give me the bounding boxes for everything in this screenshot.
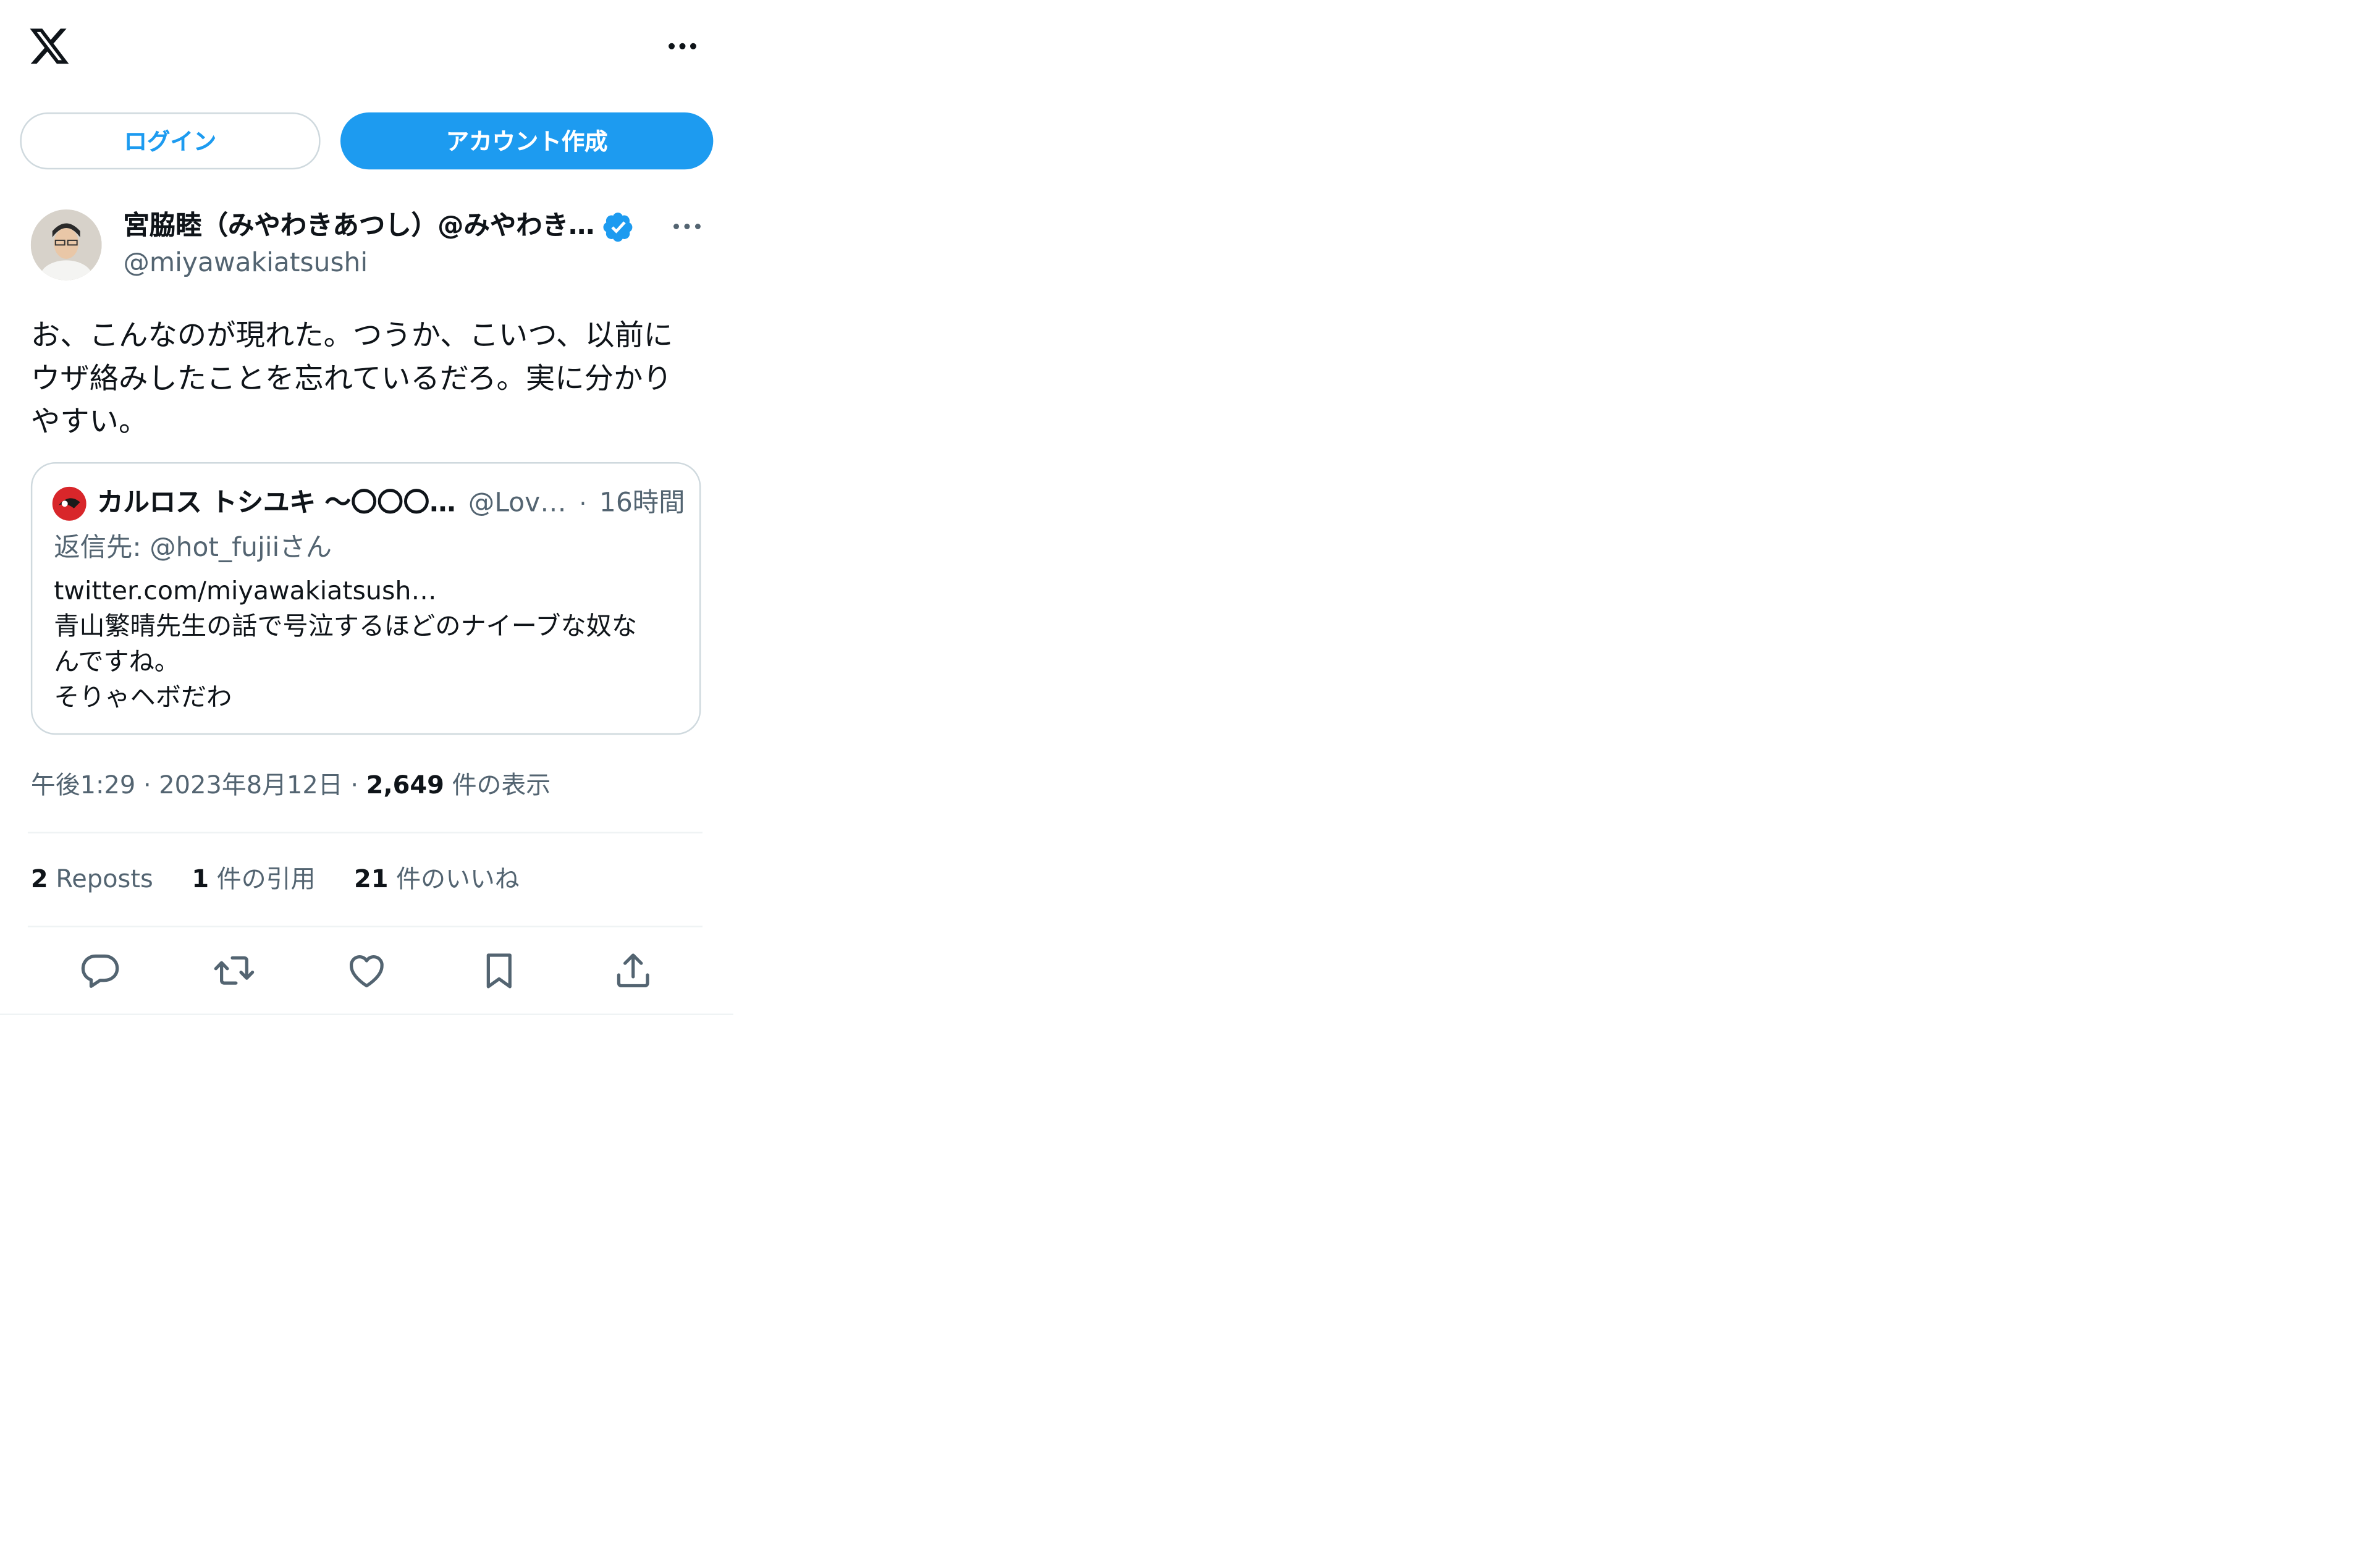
divider (27, 832, 703, 833)
retweet-icon[interactable] (213, 949, 256, 992)
tweet-text: お、こんなのが現れた。つうか、こいつ、以前に ウザ絡みしたことを忘れているだろ。… (30, 319, 673, 439)
quoted-avatar (52, 486, 87, 521)
quoted-text: twitter.com/miyawakiatsush… 青山繁晴先生の話で号泣す… (54, 576, 637, 712)
quotes-stat[interactable]: 1 件の引用 (192, 864, 315, 893)
reply-to-handle: @hot_fujiiさん (150, 533, 332, 564)
top-bar (0, 0, 733, 93)
quoted-timestamp: 16時間 (599, 488, 685, 520)
signup-button[interactable]: アカウント作成 (340, 112, 714, 170)
reposts-count: 2 (30, 864, 48, 894)
verified-badge-icon (602, 211, 635, 243)
reposts-label: Reposts (56, 864, 153, 894)
engagement-stats: 2 Reposts 1 件の引用 21 件のいいね (31, 861, 551, 898)
quoted-reply-to: 返信先: @hot_fujiiさん (54, 530, 332, 567)
quoted-author-name: カルロス トシユキ 〜〇〇〇… (97, 488, 456, 520)
reply-prefix: 返信先: (54, 533, 150, 564)
quotes-count: 1 (192, 864, 209, 894)
like-icon[interactable] (345, 949, 388, 992)
author-name[interactable]: 宮脇睦（みやわきあつし）@みやわき… (123, 209, 601, 243)
tweet-time[interactable]: 午後1:29 (31, 770, 135, 799)
action-bar (31, 946, 703, 995)
tweet-meta: 午後1:29 · 2023年8月12日 · 2,649 件の表示 (30, 770, 551, 799)
author-handle[interactable]: @miyawakiatsushi (123, 247, 368, 281)
divider (27, 926, 703, 927)
tweet-more-icon[interactable] (669, 209, 706, 243)
share-icon[interactable] (612, 949, 655, 992)
avatar[interactable] (30, 209, 102, 281)
likes-count: 21 (353, 864, 389, 894)
auth-buttons: ログイン アカウント作成 (20, 112, 714, 171)
bookmark-icon[interactable] (478, 949, 521, 992)
more-horizontal-icon[interactable] (662, 28, 703, 65)
quoted-separator: · (579, 489, 587, 518)
x-logo-icon[interactable] (28, 25, 71, 68)
login-button[interactable]: ログイン (20, 112, 321, 170)
tweet-date[interactable]: 2023年8月12日 (159, 770, 342, 799)
reposts-stat[interactable]: 2 Reposts (31, 864, 153, 893)
views-count: 2,649 (366, 770, 444, 799)
tweet-page: ログイン アカウント作成 宮脇睦（みやわきあつし）@みやわき… @miyawak… (0, 0, 733, 1016)
likes-stat[interactable]: 21 件のいいね (354, 864, 520, 893)
quoted-tweet[interactable]: カルロス トシユキ 〜〇〇〇… @Lov… · 16時間 返信先: @hot_f… (30, 462, 701, 735)
quoted-author-handle: @Lov… (468, 488, 567, 520)
likes-label: 件のいいね (396, 864, 520, 894)
views-label: 件の表示 (452, 770, 551, 799)
reply-icon[interactable] (78, 949, 122, 992)
quotes-label: 件の引用 (216, 864, 316, 894)
